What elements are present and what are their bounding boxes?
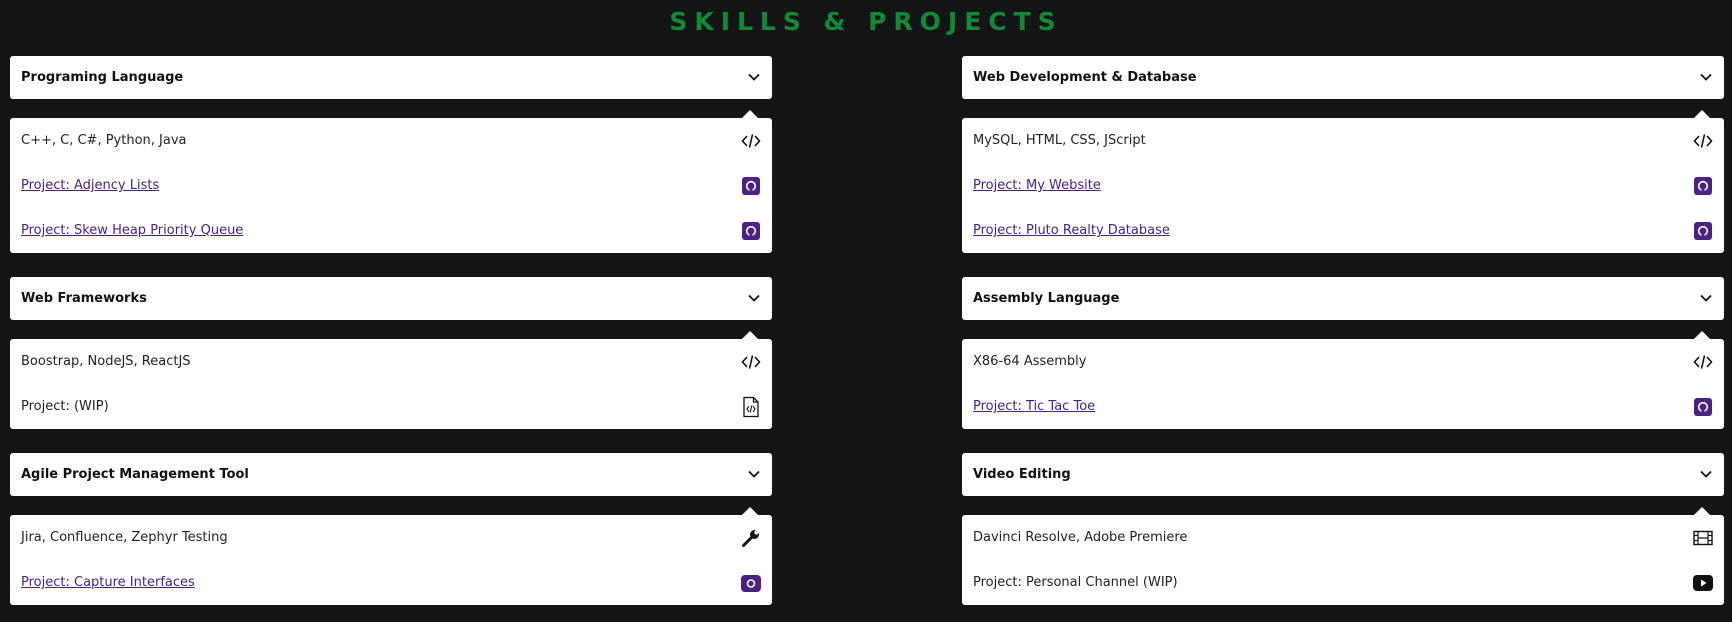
youtube-icon[interactable] bbox=[1692, 572, 1714, 594]
project-text: Project: Personal Channel (WIP) bbox=[973, 575, 1178, 590]
skills-text: X86-64 Assembly bbox=[973, 354, 1087, 369]
code-icon bbox=[1692, 130, 1714, 152]
file-code-icon bbox=[740, 396, 762, 418]
project-link[interactable]: Project: Pluto Realty Database bbox=[973, 223, 1170, 238]
chevron-down-icon bbox=[748, 294, 760, 302]
project-row: Project: Skew Heap Priority Queue bbox=[10, 208, 772, 253]
project-link[interactable]: Project: Adjency Lists bbox=[21, 178, 159, 193]
accordion-body: Jira, Confluence, Zephyr Testing Project… bbox=[10, 507, 772, 605]
skills-text: MySQL, HTML, CSS, JScript bbox=[973, 133, 1146, 148]
accordion-body: Boostrap, NodeJS, ReactJS Project: (WIP) bbox=[10, 331, 772, 429]
skills-text: Jira, Confluence, Zephyr Testing bbox=[21, 530, 228, 545]
wrench-icon bbox=[740, 527, 762, 549]
project-row: Project: Capture Interfaces bbox=[10, 560, 772, 605]
project-row: Project: My Website bbox=[962, 163, 1724, 208]
accordion-title: Agile Project Management Tool bbox=[21, 467, 249, 482]
page-title: SKILLS & PROJECTS bbox=[669, 7, 1063, 36]
skills-text: Davinci Resolve, Adobe Premiere bbox=[973, 530, 1188, 545]
camera-icon[interactable] bbox=[740, 572, 762, 594]
project-row: Project: (WIP) bbox=[10, 384, 772, 429]
project-text: Project: (WIP) bbox=[21, 399, 109, 414]
project-row: Project: Pluto Realty Database bbox=[962, 208, 1724, 253]
skills-row: MySQL, HTML, CSS, JScript bbox=[962, 118, 1724, 163]
accordion-title: Programing Language bbox=[21, 70, 184, 85]
accordion-body: Davinci Resolve, Adobe Premiere Project:… bbox=[962, 507, 1724, 605]
accordion-title: Web Frameworks bbox=[21, 291, 147, 306]
chevron-down-icon bbox=[1700, 470, 1712, 478]
accordion-header[interactable]: Agile Project Management Tool bbox=[10, 453, 772, 496]
chevron-down-icon bbox=[1700, 294, 1712, 302]
accordion-body: MySQL, HTML, CSS, JScript Project: My We… bbox=[962, 110, 1724, 253]
github-icon[interactable] bbox=[740, 175, 762, 197]
code-icon bbox=[1692, 351, 1714, 373]
project-row: Project: Personal Channel (WIP) bbox=[962, 560, 1724, 605]
accordion-body: C++, C, C#, Python, Java Project: Adjenc… bbox=[10, 110, 772, 253]
accordion-title: Assembly Language bbox=[973, 291, 1120, 306]
github-icon[interactable] bbox=[1692, 396, 1714, 418]
skills-row: Jira, Confluence, Zephyr Testing bbox=[10, 515, 772, 560]
code-icon bbox=[740, 130, 762, 152]
film-icon bbox=[1692, 527, 1714, 549]
project-link[interactable]: Project: Capture Interfaces bbox=[21, 575, 195, 590]
chevron-down-icon bbox=[748, 73, 760, 81]
accordion-header[interactable]: Video Editing bbox=[962, 453, 1724, 496]
skills-text: C++, C, C#, Python, Java bbox=[21, 133, 187, 148]
github-icon[interactable] bbox=[740, 220, 762, 242]
project-row: Project: Tic Tac Toe bbox=[962, 384, 1724, 429]
project-link[interactable]: Project: Tic Tac Toe bbox=[973, 399, 1095, 414]
accordion-body: X86-64 Assembly Project: Tic Tac Toe bbox=[962, 331, 1724, 429]
accordion-header[interactable]: Web Frameworks bbox=[10, 277, 772, 320]
github-icon[interactable] bbox=[1692, 175, 1714, 197]
accordion-header[interactable]: Web Development & Database bbox=[962, 56, 1724, 99]
accordion-header[interactable]: Programing Language bbox=[10, 56, 772, 99]
skills-row: Boostrap, NodeJS, ReactJS bbox=[10, 339, 772, 384]
chevron-down-icon bbox=[1700, 73, 1712, 81]
github-icon[interactable] bbox=[1692, 220, 1714, 242]
accordion-title: Web Development & Database bbox=[973, 70, 1197, 85]
skills-row: X86-64 Assembly bbox=[962, 339, 1724, 384]
skills-row: C++, C, C#, Python, Java bbox=[10, 118, 772, 163]
accordion-header[interactable]: Assembly Language bbox=[962, 277, 1724, 320]
project-row: Project: Adjency Lists bbox=[10, 163, 772, 208]
accordion-title: Video Editing bbox=[973, 467, 1071, 482]
code-icon bbox=[740, 351, 762, 373]
project-link[interactable]: Project: My Website bbox=[973, 178, 1101, 193]
skills-text: Boostrap, NodeJS, ReactJS bbox=[21, 354, 191, 369]
skills-row: Davinci Resolve, Adobe Premiere bbox=[962, 515, 1724, 560]
chevron-down-icon bbox=[748, 470, 760, 478]
project-link[interactable]: Project: Skew Heap Priority Queue bbox=[21, 223, 243, 238]
